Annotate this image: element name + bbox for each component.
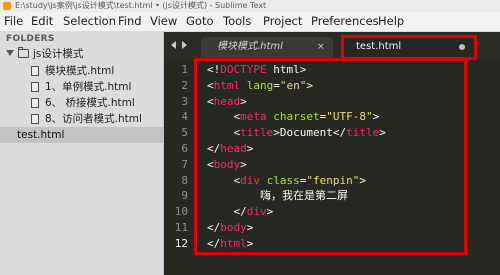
sidebar-file-item-selected[interactable]: test.html xyxy=(0,127,163,143)
line-number: 12 xyxy=(174,236,188,250)
line-number-gutter: 1 2 3 4 5 6 7 8 9 10 11 12 xyxy=(164,58,194,275)
menu-help[interactable]: Help xyxy=(378,14,404,29)
line-number: 11 xyxy=(174,221,188,234)
tab-label: 模块模式.html xyxy=(217,41,283,52)
sidebar-file-label: 6、 桥接模式.html xyxy=(45,97,135,109)
close-icon[interactable]: × xyxy=(317,37,325,57)
tab-mokuai[interactable]: 模块模式.html × xyxy=(201,37,333,58)
highlight-box-tab xyxy=(341,35,477,60)
sidebar-folder[interactable]: js设计模式 xyxy=(0,46,163,62)
line-number: 1 xyxy=(181,63,188,76)
line-number: 8 xyxy=(181,173,188,187)
menu-selection[interactable]: Selection xyxy=(63,14,116,29)
menu-tools[interactable]: Tools xyxy=(223,14,251,29)
file-icon xyxy=(31,82,39,92)
sidebar: FOLDERS js设计模式 模块模式.html 1、单例模式.html 6、 … xyxy=(0,32,164,275)
sidebar-file-label: 8、访问者模式.html xyxy=(45,113,142,125)
line-number: 3 xyxy=(181,94,188,108)
sidebar-file-item[interactable]: 8、访问者模式.html xyxy=(0,111,163,127)
menu-edit[interactable]: Edit xyxy=(31,14,53,29)
menu-file[interactable]: File xyxy=(4,14,23,29)
line-number: 7 xyxy=(181,157,188,171)
menu-find[interactable]: Find xyxy=(118,14,142,29)
tab-scroll-left-icon[interactable] xyxy=(171,41,176,49)
sidebar-file-item[interactable]: 模块模式.html xyxy=(0,63,163,79)
file-icon xyxy=(31,66,39,76)
file-icon xyxy=(31,114,39,124)
folder-icon xyxy=(18,47,29,58)
line-number: 2 xyxy=(181,78,188,92)
window-title: E:\study\js案例\js设计模式\test.html • (js设计模式… xyxy=(15,1,267,10)
line-number: 10 xyxy=(174,205,188,219)
menu-preferences[interactable]: Preferences xyxy=(311,14,379,29)
sublime-app-icon xyxy=(3,2,11,10)
sidebar-file-label: test.html xyxy=(17,129,65,141)
highlight-box-code xyxy=(194,58,467,255)
title-bar: E:\study\js案例\js设计模式\test.html • (js设计模式… xyxy=(0,0,500,12)
sidebar-folder-label: js设计模式 xyxy=(33,48,84,60)
line-number: 5 xyxy=(181,126,188,140)
menu-goto[interactable]: Goto xyxy=(186,14,214,29)
menu-view[interactable]: View xyxy=(150,14,177,29)
line-number: 9 xyxy=(181,189,188,203)
menu-bar: File Edit Selection Find View Goto Tools… xyxy=(0,12,500,32)
expand-triangle-icon[interactable] xyxy=(6,50,14,56)
line-number: 6 xyxy=(181,142,188,155)
sidebar-header: FOLDERS xyxy=(6,34,55,44)
line-number: 4 xyxy=(181,110,188,124)
sidebar-file-item[interactable]: 1、单例模式.html xyxy=(0,79,163,95)
menu-project[interactable]: Project xyxy=(263,14,302,29)
sidebar-file-label: 1、单例模式.html xyxy=(45,81,132,93)
sidebar-file-item[interactable]: 6、 桥接模式.html xyxy=(0,95,163,111)
file-icon xyxy=(31,98,39,108)
sidebar-file-label: 模块模式.html xyxy=(45,65,115,77)
tab-scroll-right-icon[interactable] xyxy=(182,41,187,49)
